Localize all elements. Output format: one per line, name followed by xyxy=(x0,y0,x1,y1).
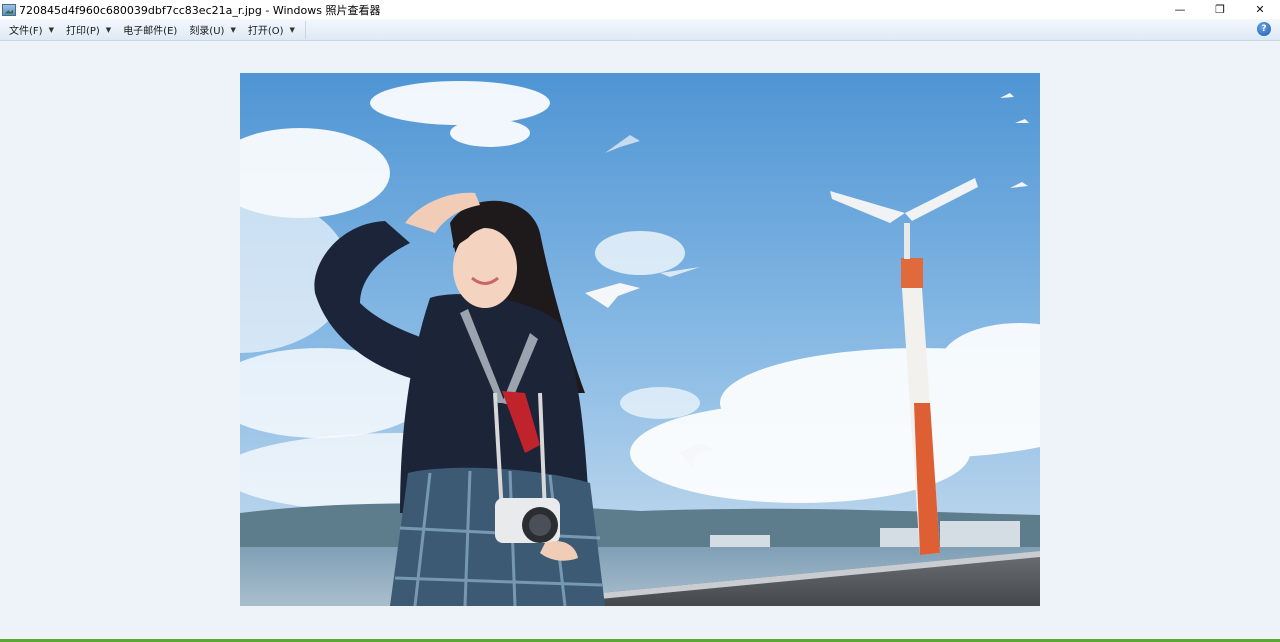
close-button[interactable]: ✕ xyxy=(1240,0,1280,19)
photo-illustration xyxy=(240,73,1040,606)
menu-open[interactable]: 打开(O) ▼ xyxy=(242,20,301,40)
displayed-photo[interactable] xyxy=(240,73,1040,606)
chevron-down-icon: ▼ xyxy=(105,25,112,34)
photo-viewer-window: 720845d4f960c680039dbf7cc83ec21a_r.jpg -… xyxy=(0,0,1280,642)
minimize-icon: — xyxy=(1174,3,1186,16)
menu-label: 打印(P) xyxy=(65,26,100,37)
menu-separator xyxy=(304,20,306,39)
menu-email[interactable]: 电子邮件(E) xyxy=(117,20,183,40)
menu-file[interactable]: 文件(F) ▼ xyxy=(3,20,60,40)
close-icon: ✕ xyxy=(1255,3,1265,16)
chevron-down-icon: ▼ xyxy=(230,25,236,34)
minimize-button[interactable]: — xyxy=(1160,0,1200,19)
menu-burn[interactable]: 刻录(U) ▼ xyxy=(183,20,242,40)
menu-label: 文件(F) xyxy=(9,26,43,37)
chevron-down-icon: ▼ xyxy=(48,25,54,34)
restore-icon: ❐ xyxy=(1215,3,1225,16)
menu-bar: 文件(F) ▼ 打印(P) ▼ 电子邮件(E) 刻录(U) ▼ 打开(O) ▼ … xyxy=(0,19,1280,41)
title-bar[interactable]: 720845d4f960c680039dbf7cc83ec21a_r.jpg -… xyxy=(0,0,1280,19)
menu-print[interactable]: 打印(P) ▼ xyxy=(60,20,117,40)
restore-button[interactable]: ❐ xyxy=(1200,0,1240,19)
window-title: 720845d4f960c680039dbf7cc83ec21a_r.jpg -… xyxy=(19,3,381,17)
chevron-down-icon: ▼ xyxy=(289,25,295,34)
help-button[interactable]: ? xyxy=(1257,22,1271,36)
window-controls: — ❐ ✕ xyxy=(1160,0,1280,19)
photo-viewer-icon xyxy=(2,3,16,16)
menu-label: 打开(O) xyxy=(247,26,284,37)
help-icon: ? xyxy=(1261,24,1267,34)
menu-label: 电子邮件(E) xyxy=(123,26,178,37)
image-viewing-area[interactable] xyxy=(0,42,1280,639)
menu-label: 刻录(U) xyxy=(189,26,225,37)
